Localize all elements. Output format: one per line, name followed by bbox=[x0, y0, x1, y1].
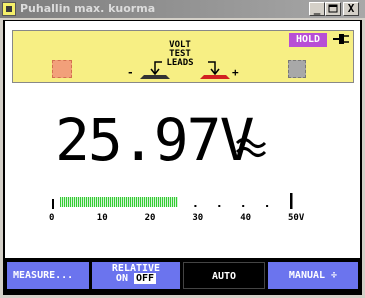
bar-segment bbox=[86, 197, 88, 207]
bar-segment bbox=[114, 197, 116, 207]
bar-segment bbox=[118, 197, 120, 207]
bar-segment bbox=[80, 197, 82, 207]
bar-segment bbox=[110, 197, 112, 207]
bar-segment bbox=[158, 197, 160, 207]
bar-segment bbox=[84, 197, 86, 207]
reading-value: 25.97 bbox=[55, 106, 222, 174]
bar-segment bbox=[126, 197, 128, 207]
window-title: Puhallin max. kuorma bbox=[20, 2, 156, 15]
bar-end-marker bbox=[290, 193, 293, 209]
bar-segment bbox=[144, 197, 146, 207]
bar-segment bbox=[162, 197, 164, 207]
bar-segment bbox=[164, 197, 166, 207]
voltage-reading: 25.97V bbox=[55, 110, 255, 170]
scale-dot bbox=[242, 205, 245, 207]
power-plug-icon bbox=[333, 34, 349, 44]
bar-segment bbox=[134, 197, 136, 207]
bar-segment bbox=[112, 197, 114, 207]
bar-segment bbox=[100, 197, 102, 207]
auto-softkey[interactable]: AUTO bbox=[183, 262, 265, 289]
scale-tick-label: 20 bbox=[144, 213, 156, 223]
minus-terminal-label: - bbox=[127, 66, 134, 79]
com-probe-icon bbox=[52, 60, 72, 78]
bar-segment bbox=[170, 197, 172, 207]
bar-segment bbox=[70, 197, 72, 207]
bar-segment bbox=[74, 197, 76, 207]
bar-segment bbox=[130, 197, 132, 207]
scale-tick-label: 50V bbox=[288, 213, 305, 223]
close-button[interactable]: X bbox=[343, 2, 359, 16]
scale-tick-label: 0 bbox=[49, 213, 55, 223]
scale-dot bbox=[218, 205, 221, 207]
bar-segment bbox=[88, 197, 90, 207]
bar-segment bbox=[104, 197, 106, 207]
bar-segment bbox=[136, 197, 138, 207]
bar-segment bbox=[78, 197, 80, 207]
bar-segment bbox=[96, 197, 98, 207]
scale-dot bbox=[194, 205, 197, 207]
scale-dot bbox=[266, 205, 269, 207]
plus-terminal-label: + bbox=[232, 66, 239, 79]
relative-softkey[interactable]: RELATIVE ON OFF bbox=[92, 262, 180, 289]
bar-segment bbox=[106, 197, 108, 207]
relative-on-label: ON bbox=[115, 273, 128, 284]
v-probe-icon bbox=[288, 60, 306, 78]
bar-segment bbox=[174, 197, 176, 207]
bar-segment bbox=[90, 197, 92, 207]
bar-segment bbox=[60, 197, 62, 207]
bar-segment bbox=[148, 197, 150, 207]
bar-segment bbox=[150, 197, 152, 207]
bar-segment bbox=[72, 197, 74, 207]
bar-segment bbox=[66, 197, 68, 207]
bar-start-marker bbox=[52, 199, 54, 209]
analog-bar-graph bbox=[52, 193, 293, 209]
bar-segment bbox=[92, 197, 94, 207]
bar-segment bbox=[156, 197, 158, 207]
bar-segment bbox=[76, 197, 78, 207]
bar-segment bbox=[62, 197, 64, 207]
bar-segment bbox=[116, 197, 118, 207]
bar-segment bbox=[122, 197, 124, 207]
measure-softkey[interactable]: MEASURE... bbox=[7, 262, 89, 289]
bar-segment bbox=[154, 197, 156, 207]
bar-segment bbox=[82, 197, 84, 207]
bar-segment bbox=[102, 197, 104, 207]
scale-tick-label: 40 bbox=[240, 213, 252, 223]
bar-segment bbox=[128, 197, 130, 207]
title-bar[interactable]: Puhallin max. kuorma _ X bbox=[0, 0, 365, 18]
app-window: Puhallin max. kuorma _ X HOLD VOLT TEST … bbox=[0, 0, 365, 298]
scale-tick-label: 30 bbox=[192, 213, 204, 223]
scale-tick-label: 10 bbox=[96, 213, 108, 223]
bar-segment bbox=[142, 197, 144, 207]
relative-state: ON OFF bbox=[92, 273, 180, 284]
bar-segment bbox=[140, 197, 142, 207]
bar-segment bbox=[172, 197, 174, 207]
bar-segment bbox=[146, 197, 148, 207]
bar-segment bbox=[120, 197, 122, 207]
maximize-icon bbox=[328, 4, 338, 13]
bar-segment bbox=[166, 197, 168, 207]
relative-off-label: OFF bbox=[134, 273, 157, 284]
ac-dc-symbol-icon bbox=[235, 138, 267, 157]
bar-segment bbox=[94, 197, 96, 207]
bar-segment bbox=[124, 197, 126, 207]
bar-segment bbox=[98, 197, 100, 207]
bar-segment bbox=[108, 197, 110, 207]
hold-badge: HOLD bbox=[289, 33, 327, 47]
bar-segment bbox=[160, 197, 162, 207]
bar-segment bbox=[138, 197, 140, 207]
bar-segment bbox=[152, 197, 154, 207]
app-icon bbox=[2, 2, 16, 16]
bar-segment bbox=[176, 197, 178, 207]
bar-segment bbox=[68, 197, 70, 207]
bar-segment bbox=[64, 197, 66, 207]
minimize-button[interactable]: _ bbox=[309, 2, 325, 16]
bar-segment bbox=[168, 197, 170, 207]
bar-segment bbox=[132, 197, 134, 207]
maximize-button[interactable] bbox=[325, 2, 341, 16]
manual-softkey[interactable]: MANUAL ÷ bbox=[268, 262, 358, 289]
